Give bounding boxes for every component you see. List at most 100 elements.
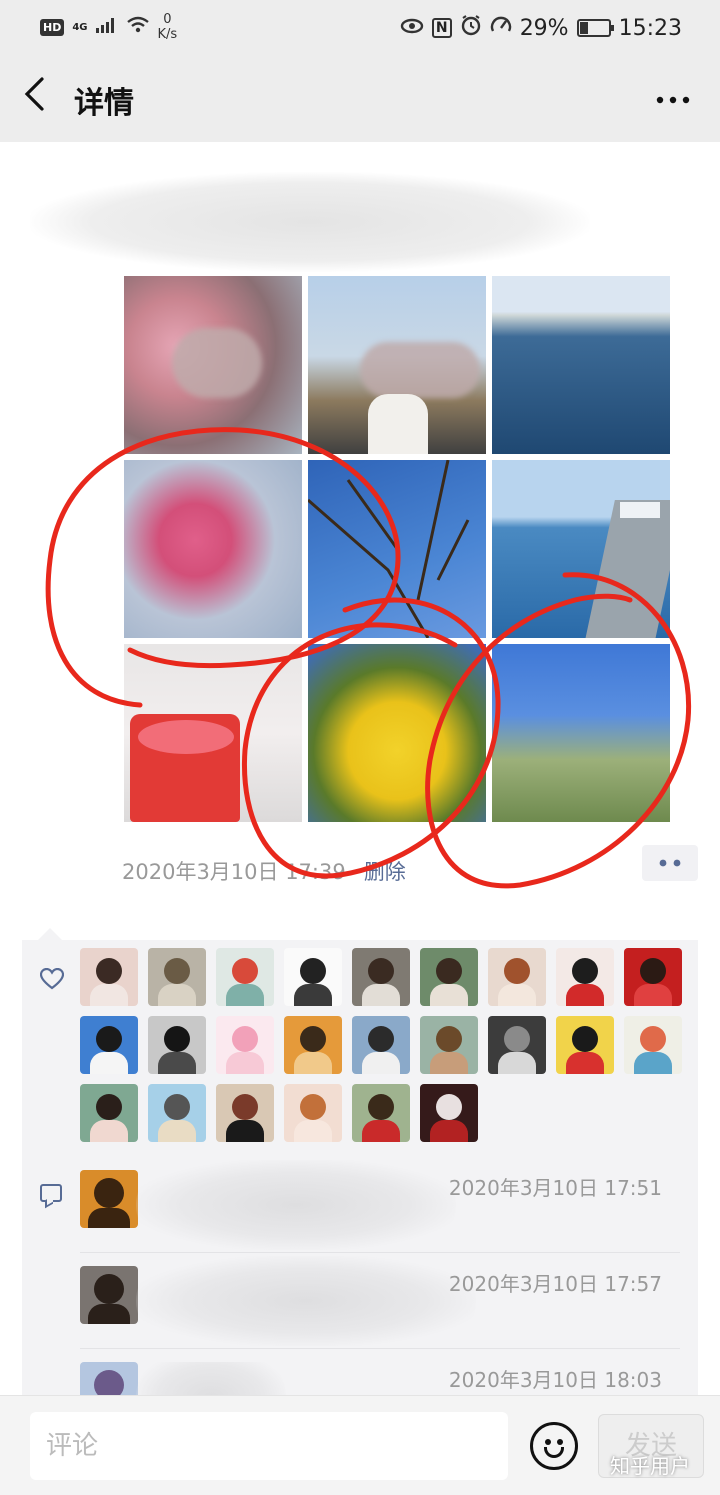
like-avatar[interactable]	[488, 948, 546, 1006]
network-type: 4G	[72, 21, 88, 33]
like-avatar[interactable]	[148, 948, 206, 1006]
figure-coat	[368, 394, 428, 454]
avatar-figure	[164, 1094, 190, 1120]
avatar-body	[88, 1304, 130, 1324]
commenter-avatar[interactable]	[80, 1266, 138, 1324]
battery-icon	[576, 19, 614, 37]
avatar-figure	[436, 958, 462, 984]
avatar-body	[498, 1052, 536, 1074]
like-avatar[interactable]	[148, 1016, 206, 1074]
avatar-figure	[436, 1026, 462, 1052]
avatar-body	[226, 1120, 264, 1142]
branches	[308, 460, 470, 638]
avatar-figure	[640, 958, 666, 984]
photo-pink-blossom[interactable]	[124, 460, 302, 638]
battery-percent: 29%	[519, 15, 569, 41]
header: 详情	[0, 56, 720, 142]
page-title: 详情	[74, 86, 134, 121]
avatar-body	[498, 984, 536, 1006]
face-blur	[172, 328, 262, 398]
avatar-body	[158, 984, 196, 1006]
like-avatar[interactable]	[624, 1016, 682, 1074]
comment-item[interactable]: 2020年3月10日 17:57	[80, 1256, 680, 1346]
more-button[interactable]	[656, 74, 690, 114]
avatar-body	[294, 1052, 332, 1074]
comment-divider	[80, 1348, 680, 1349]
like-avatar[interactable]	[420, 1084, 478, 1142]
avatar-body	[430, 1052, 468, 1074]
photo-canal[interactable]	[492, 276, 670, 454]
avatar-figure	[96, 1026, 122, 1052]
avatar-figure	[504, 1026, 530, 1052]
like-avatar[interactable]	[420, 1016, 478, 1074]
avatar-figure	[94, 1178, 124, 1208]
avatar-figure	[300, 1026, 326, 1052]
avatar-figure	[436, 1094, 462, 1120]
blurred-author	[30, 172, 590, 272]
avatar-body	[226, 984, 264, 1006]
avatar-body	[362, 1052, 400, 1074]
like-avatar[interactable]	[80, 948, 138, 1006]
avatar-figure	[300, 1094, 326, 1120]
watermark: 知乎用户	[610, 1454, 690, 1478]
photo-canal-gate[interactable]	[492, 460, 670, 638]
post-more-button[interactable]	[642, 845, 698, 881]
like-avatar[interactable]	[352, 948, 410, 1006]
emoji-button[interactable]	[530, 1422, 578, 1470]
like-avatar[interactable]	[216, 1016, 274, 1074]
like-avatar[interactable]	[148, 1084, 206, 1142]
avatar-figure	[96, 1094, 122, 1120]
like-avatar[interactable]	[284, 1084, 342, 1142]
avatar-figure	[504, 958, 530, 984]
avatar-figure	[368, 958, 394, 984]
gate-building	[620, 502, 660, 518]
net-speed-unit: K/s	[157, 27, 178, 42]
avatar-figure	[368, 1094, 394, 1120]
avatar-body	[634, 1052, 672, 1074]
comment-input[interactable]: 评论	[30, 1412, 508, 1480]
avatar-body	[90, 1052, 128, 1074]
like-avatar[interactable]	[216, 1084, 274, 1142]
commenter-avatar[interactable]	[80, 1362, 138, 1395]
photo-red-cup[interactable]	[124, 644, 302, 822]
delete-link[interactable]: 删除	[364, 856, 406, 886]
blurred-comment	[136, 1160, 456, 1250]
like-avatar[interactable]	[556, 1016, 614, 1074]
photo-road-portrait[interactable]	[308, 276, 486, 454]
photo-willow-tree[interactable]	[492, 644, 670, 822]
like-avatar[interactable]	[420, 948, 478, 1006]
more-icon	[656, 96, 690, 104]
photo-rapeseed-flower[interactable]	[308, 644, 486, 822]
like-avatar[interactable]	[624, 948, 682, 1006]
net-speed: 0 K/s	[158, 12, 178, 42]
commenter-avatar[interactable]	[80, 1170, 138, 1228]
like-avatar[interactable]	[556, 948, 614, 1006]
photo-white-blossom-sky[interactable]	[308, 460, 486, 638]
like-avatar[interactable]	[352, 1084, 410, 1142]
comment-icon	[40, 1184, 62, 1202]
status-left: HD 4G 0 K/s	[40, 12, 177, 42]
avatar-figure	[164, 958, 190, 984]
like-avatar[interactable]	[284, 1016, 342, 1074]
avatar-body	[294, 984, 332, 1006]
post-meta: 2020年3月10日 17:39 删除	[122, 856, 406, 886]
avatar-figure	[232, 1026, 258, 1052]
like-avatar[interactable]	[80, 1084, 138, 1142]
avatar-body	[566, 984, 604, 1006]
back-button[interactable]	[22, 76, 58, 122]
blurred-comment	[136, 1256, 476, 1346]
avatar-figure	[94, 1370, 124, 1395]
comment-input-bar: 评论 发送	[0, 1395, 720, 1495]
like-avatar[interactable]	[80, 1016, 138, 1074]
avatar-body	[226, 1052, 264, 1074]
comment-time: 2020年3月10日 17:51	[448, 1176, 662, 1200]
like-avatar[interactable]	[488, 1016, 546, 1074]
comment-item[interactable]: 2020年3月10日 17:51	[80, 1160, 680, 1250]
like-avatar[interactable]	[284, 948, 342, 1006]
photo-plum-blossom-portrait[interactable]	[124, 276, 302, 454]
like-avatar[interactable]	[216, 948, 274, 1006]
avatar-body	[158, 1120, 196, 1142]
like-avatar[interactable]	[352, 1016, 410, 1074]
speed-gauge-icon	[490, 15, 512, 41]
comment-item[interactable]: 2020年3月10日 18:03	[80, 1362, 680, 1395]
